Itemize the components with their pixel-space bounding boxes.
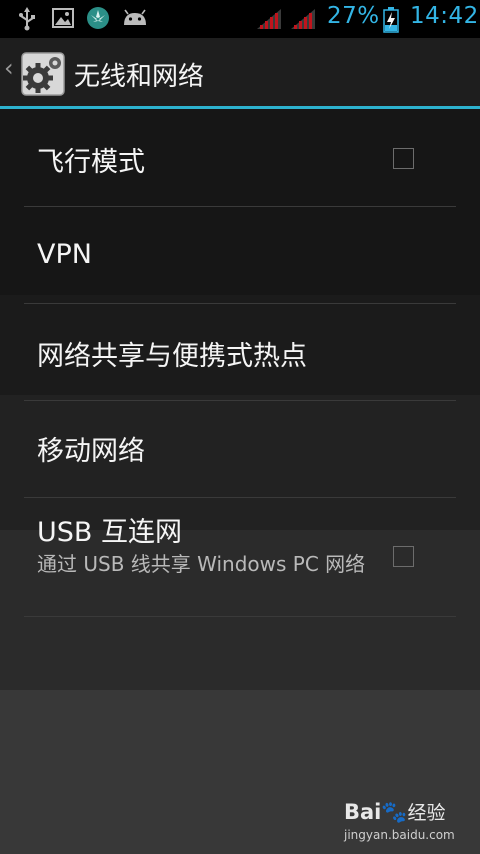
battery-charging-icon	[383, 7, 399, 37]
divider	[24, 616, 456, 617]
paw-icon: 🐾	[381, 800, 408, 824]
baidu-watermark: Bai🐾经验 jingyan.baidu.com	[344, 798, 476, 848]
android-icon	[122, 9, 148, 31]
setting-title: VPN	[37, 239, 92, 270]
settings-gear-icon[interactable]	[21, 52, 65, 96]
action-bar: ‹ 无线和网络	[0, 38, 480, 106]
setting-mobile-network[interactable]: 移动网络	[24, 401, 456, 497]
setting-title: 移动网络	[37, 436, 145, 467]
setting-title: 网络共享与便携式热点	[37, 341, 307, 372]
setting-title: 飞行模式	[37, 147, 145, 178]
status-bar: 27% 14:42	[0, 0, 480, 38]
image-icon	[52, 8, 74, 32]
back-chevron-icon[interactable]: ‹	[4, 56, 14, 80]
action-bar-divider	[0, 106, 480, 109]
signal-icon	[290, 8, 316, 34]
signal-icon	[256, 8, 282, 34]
usb-icon	[18, 7, 36, 35]
battery-percent: 27%	[327, 3, 380, 29]
setting-tethering-hotspot[interactable]: 网络共享与便携式热点	[24, 304, 456, 400]
setting-vpn[interactable]: VPN	[24, 207, 456, 303]
setting-usb-internet[interactable]: USB 互连网 通过 USB 线共享 Windows PC 网络	[24, 498, 456, 616]
setting-summary: 通过 USB 线共享 Windows PC 网络	[37, 552, 366, 576]
usb-internet-checkbox[interactable]	[393, 546, 414, 567]
page-title: 无线和网络	[74, 62, 205, 92]
setting-title: USB 互连网	[37, 517, 183, 548]
airplane-mode-checkbox[interactable]	[393, 148, 414, 169]
watermark-logo: Bai🐾经验	[344, 800, 446, 824]
watermark-url: jingyan.baidu.com	[344, 828, 455, 842]
clock: 14:42	[410, 3, 479, 29]
huawei-icon	[86, 6, 110, 34]
setting-airplane-mode[interactable]: 飞行模式	[24, 110, 456, 206]
